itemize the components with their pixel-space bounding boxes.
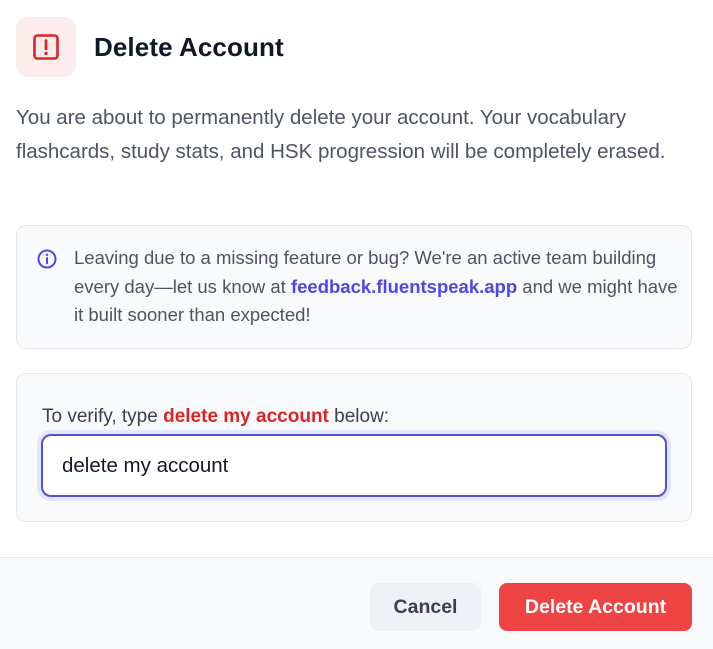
dialog-footer: Cancel Delete Account <box>0 557 713 649</box>
cancel-button[interactable]: Cancel <box>370 583 481 631</box>
feedback-info-text: Leaving due to a missing feature or bug?… <box>74 244 684 330</box>
verify-label-before: To verify, type <box>42 406 164 427</box>
confirmation-input[interactable] <box>41 434 667 497</box>
dialog-title: Delete Account <box>94 31 284 62</box>
verification-card: To verify, type delete my account below: <box>16 373 692 522</box>
verify-label-after: below: <box>328 406 390 427</box>
verify-phrase: delete my account <box>163 406 329 427</box>
warning-badge <box>16 17 76 77</box>
feedback-info-card: Leaving due to a missing feature or bug?… <box>16 225 692 349</box>
delete-account-dialog: Delete Account You are about to permanen… <box>0 0 713 649</box>
verify-label: To verify, type delete my account below: <box>42 406 389 428</box>
info-circle-icon <box>37 249 57 269</box>
alert-square-icon <box>33 34 59 60</box>
delete-account-button[interactable]: Delete Account <box>499 583 692 631</box>
dialog-header: Delete Account <box>16 17 284 77</box>
feedback-link[interactable]: feedback.fluentspeak.app <box>291 276 517 297</box>
dialog-description: You are about to permanently delete your… <box>16 106 666 163</box>
